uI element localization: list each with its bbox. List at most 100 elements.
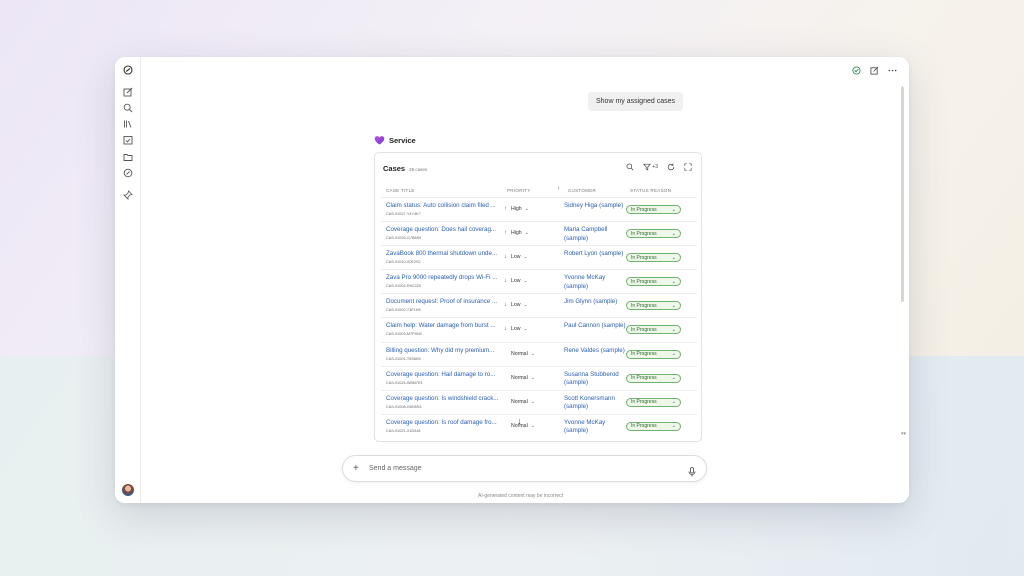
copilot-logo-icon[interactable] — [123, 65, 133, 75]
status-reason-dropdown[interactable]: In Progress ⌄ — [626, 421, 681, 431]
agent-header: Service — [374, 135, 416, 145]
priority-dropdown[interactable]: ↓ Low ⌄ — [503, 278, 528, 284]
case-title-link[interactable]: Claim help: Water damage from burst ... — [386, 322, 500, 329]
ai-disclaimer: AI-generated content may be incorrect — [478, 493, 564, 499]
scrollbar-thumb[interactable] — [901, 87, 904, 302]
status-reason-dropdown[interactable]: In Progress ⌄ — [626, 325, 681, 335]
chevron-down-icon: ⌄ — [524, 230, 529, 237]
table-row[interactable]: Coverage question: Is roof damage fro...… — [381, 413, 697, 438]
edit-icon[interactable] — [870, 66, 879, 75]
customer-link[interactable]: Paul Cannon (sample) — [564, 322, 626, 330]
column-header-customer[interactable]: CUSTOMER — [568, 188, 596, 193]
chevron-down-icon: ⌄ — [523, 326, 528, 333]
priority-dropdown[interactable]: ↓ Low ⌄ — [503, 254, 528, 260]
table-row[interactable]: Claim help: Water damage from burst ... C… — [381, 317, 697, 341]
table-row[interactable]: Claim status: Auto collision claim filed… — [381, 197, 697, 221]
customer-link[interactable]: Susanna Stubberod (sample) — [564, 371, 626, 388]
priority-down-arrow-icon: ↓ — [504, 302, 507, 309]
case-title-link[interactable]: Coverage question: Is roof damage fro... — [386, 419, 500, 426]
table-row[interactable]: Document request: Proof of insurance ...… — [381, 293, 697, 317]
priority-dropdown[interactable]: ↑ High ⌄ — [503, 206, 529, 212]
customer-link[interactable]: Rene Valdes (sample) — [564, 347, 626, 355]
status-reason-dropdown[interactable]: In Progress ⌄ — [626, 253, 681, 263]
scroll-down-arrows-icon[interactable]: ▾▾ — [901, 431, 906, 437]
status-reason-dropdown[interactable]: In Progress ⌄ — [626, 229, 681, 239]
customer-link[interactable]: Scott Konersmann (sample) — [564, 395, 626, 412]
table-row[interactable]: Coverage question: Is windshield crack..… — [381, 389, 697, 414]
message-input[interactable]: Send a message — [369, 465, 422, 472]
library-icon[interactable] — [123, 119, 133, 129]
case-title-link[interactable]: Claim status: Auto collision claim filed… — [386, 202, 500, 209]
tasks-icon[interactable] — [123, 135, 133, 145]
chevron-down-icon: ⌄ — [671, 399, 676, 406]
status-reason-dropdown[interactable]: In Progress ⌄ — [626, 277, 681, 287]
customer-link[interactable]: Yvonne McKay (sample) — [564, 419, 626, 436]
column-header-priority[interactable]: PRIORITY — [507, 188, 531, 193]
priority-label: Low — [511, 254, 521, 261]
download-arrow-icon[interactable]: ↓ — [517, 416, 522, 426]
status-reason-dropdown[interactable]: In Progress ⌄ — [626, 397, 681, 407]
pin-icon[interactable] — [123, 190, 133, 200]
case-title-link[interactable]: Coverage question: Hail damage to ro... — [386, 371, 500, 378]
priority-dropdown[interactable]: Normal ⌄ — [503, 351, 535, 357]
priority-dropdown[interactable]: ↓ Low ⌄ — [503, 326, 528, 332]
case-title-link[interactable]: Coverage question: Is windshield crack..… — [386, 395, 500, 402]
status-reason-dropdown[interactable]: In Progress ⌄ — [626, 301, 681, 311]
card-header: Cases 25 cases — [383, 164, 427, 173]
priority-label: Normal — [511, 374, 528, 381]
expand-icon[interactable] — [684, 163, 692, 171]
priority-dropdown[interactable]: Normal ⌄ — [503, 399, 535, 405]
new-chat-icon[interactable] — [123, 87, 133, 97]
chevron-down-icon: ⌄ — [523, 278, 528, 285]
cases-table-body: Claim status: Auto collision claim filed… — [381, 197, 697, 438]
service-heart-icon — [374, 136, 385, 145]
status-reason-dropdown[interactable]: In Progress ⌄ — [626, 205, 681, 214]
card-search-icon[interactable] — [626, 163, 634, 171]
filter-button[interactable]: +3 — [643, 163, 658, 171]
priority-label: High — [511, 230, 522, 237]
status-label: In Progress — [631, 206, 657, 213]
chevron-down-icon: ⌄ — [530, 350, 535, 357]
refresh-icon[interactable] — [667, 163, 675, 171]
status-reason-dropdown[interactable]: In Progress ⌄ — [626, 349, 681, 359]
agents-icon[interactable] — [123, 168, 133, 178]
card-toolbar: +3 — [626, 163, 692, 171]
chevron-down-icon: ⌄ — [671, 326, 676, 333]
shield-check-icon[interactable] — [852, 66, 861, 75]
customer-link[interactable]: Yvonne McKay (sample) — [564, 274, 626, 291]
search-icon[interactable] — [123, 103, 133, 113]
customer-link[interactable]: Maria Campbell (sample) — [564, 226, 626, 243]
add-attachment-icon[interactable]: + — [353, 463, 359, 474]
table-row[interactable]: ZavaBook 800 thermal shutdown unde... CAS… — [381, 245, 697, 269]
table-row[interactable]: Billing question: Why did my premium... C… — [381, 341, 697, 366]
status-reason-dropdown[interactable]: In Progress ⌄ — [626, 373, 681, 383]
customer-link[interactable]: Jim Glynn (sample) — [564, 298, 626, 306]
folder-icon[interactable] — [123, 152, 133, 162]
priority-label: Low — [511, 326, 521, 333]
more-options-icon[interactable] — [888, 66, 897, 75]
priority-dropdown[interactable]: ↓ Low ⌄ — [503, 302, 528, 308]
chevron-down-icon: ⌄ — [523, 254, 528, 261]
sort-ascending-icon[interactable]: ↑ — [557, 186, 560, 192]
priority-dropdown[interactable]: ↑ High ⌄ — [503, 230, 529, 236]
chevron-down-icon: ⌄ — [523, 302, 528, 309]
column-header-status-reason[interactable]: STATUS REASON — [630, 188, 671, 193]
case-title-link[interactable]: Coverage question: Does hail coverag... — [386, 226, 500, 233]
chevron-down-icon: ⌄ — [530, 422, 535, 429]
priority-dropdown[interactable]: Normal ⌄ — [503, 375, 535, 381]
case-title-link[interactable]: Billing question: Why did my premium... — [386, 347, 500, 354]
case-title-link[interactable]: Document request: Proof of insurance ... — [386, 298, 500, 305]
chevron-down-icon: ⌄ — [671, 278, 676, 285]
customer-link[interactable]: Robert Lyon (sample) — [564, 250, 626, 258]
left-nav-rail — [115, 57, 141, 503]
case-title-link[interactable]: ZavaBook 800 thermal shutdown unde... — [386, 250, 500, 257]
customer-link[interactable]: Sidney Higa (sample) — [564, 202, 626, 210]
table-row[interactable]: Zava Pro 9000 repeatedly drops Wi-Fi ...… — [381, 269, 697, 293]
case-title-link[interactable]: Zava Pro 9000 repeatedly drops Wi-Fi ... — [386, 274, 500, 281]
user-avatar[interactable] — [122, 484, 134, 496]
table-row[interactable]: Coverage question: Hail damage to ro... C… — [381, 365, 697, 390]
microphone-icon[interactable] — [688, 464, 696, 482]
column-header-case-title[interactable]: CASE TITLE — [386, 188, 415, 193]
table-row[interactable]: Coverage question: Does hail coverag... C… — [381, 221, 697, 245]
priority-up-arrow-icon: ↑ — [504, 206, 507, 212]
